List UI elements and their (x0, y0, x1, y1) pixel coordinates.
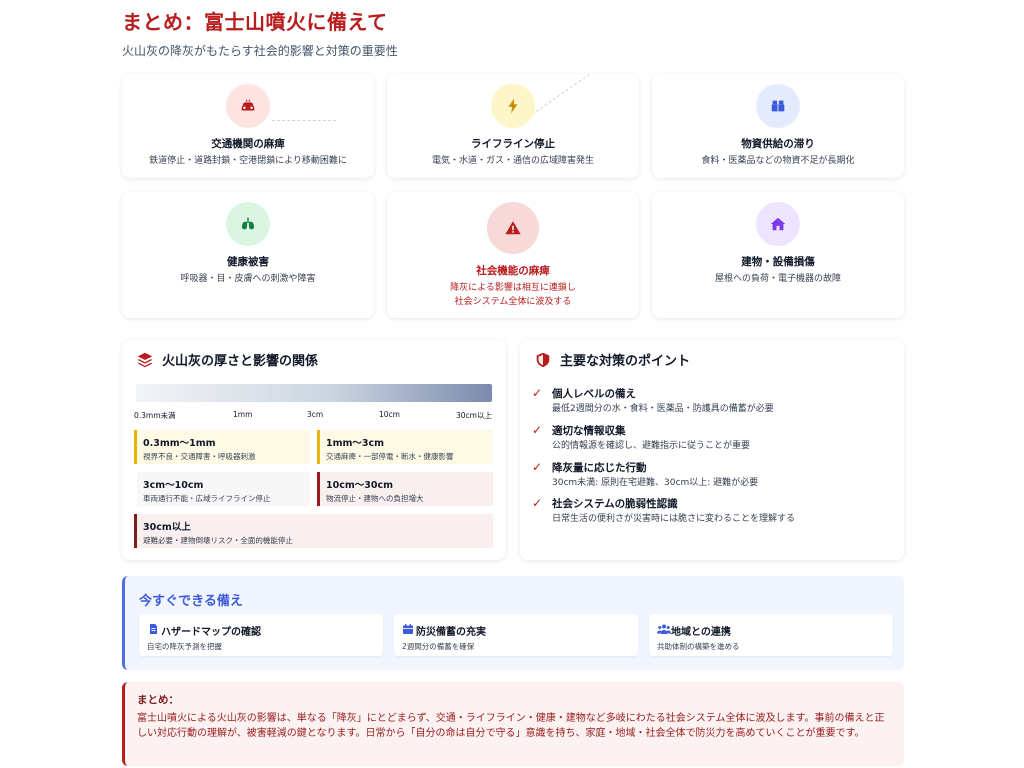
check-icon: ✓ (532, 460, 543, 474)
level-card: 0.3mm〜1mm 視界不良・交通障害・呼吸器刺激 (134, 430, 310, 464)
measure-desc: 日常生活の便利さが災害時には脆さに変わることを理解する (552, 514, 796, 524)
level-range: 10cm〜30cm (326, 480, 394, 491)
lightning-icon (491, 84, 535, 128)
level-range: 30cm以上 (143, 522, 191, 533)
impact-card-traffic: 交通機関の麻痺 鉄道停止・道路封鎖・空港閉鎖により移動困難に (122, 74, 374, 178)
boxes-icon (756, 84, 800, 128)
car-crash-icon (226, 84, 270, 128)
impact-desc: 呼吸器・目・皮膚への刺激や障害 (180, 274, 316, 284)
measure-title: 個人レベルの備え (552, 388, 636, 400)
house-icon (756, 202, 800, 246)
level-card: 10cm〜30cm 物流停止・建物への負担増大 (317, 472, 493, 506)
thickness-panel: 火山灰の厚さと影響の関係 0.3mm未満 1mm 3cm 10cm 30cm以上… (122, 340, 506, 560)
shield-icon (536, 352, 550, 367)
check-icon: ✓ (532, 496, 543, 510)
page-title: まとめ：富士山噴火に備えて (122, 10, 388, 34)
impact-card-building: 建物・設備損傷 屋根への負荷・電子機器の故障 (652, 192, 904, 318)
preparation-title: 今すぐできる備え (139, 594, 243, 609)
prep-card-community: 地域との連携 共助体制の構築を進める (649, 614, 893, 656)
scale-tick: 1mm (233, 410, 253, 419)
level-desc: 視界不良・交通障害・呼吸器刺激 (143, 452, 256, 461)
prep-label: 防災備蓄の充実 (416, 627, 486, 638)
check-icon: ✓ (532, 386, 543, 400)
prep-card-hazard-map: ハザードマップの確認 自宅の降灰予測を把握 (139, 614, 383, 656)
prep-desc: 2週間分の備蓄を確保 (402, 642, 475, 651)
impact-title: 社会機能の麻痺 (476, 265, 550, 277)
warning-icon (487, 202, 539, 254)
level-range: 3cm〜10cm (143, 480, 204, 491)
impact-desc: 屋根への負荷・電子機器の故障 (714, 274, 841, 284)
level-range: 1mm〜3cm (326, 438, 385, 449)
check-icon: ✓ (532, 423, 543, 437)
thickness-title: 火山灰の厚さと影響の関係 (162, 354, 319, 369)
calendar-icon (403, 624, 413, 634)
level-card: 30cm以上 避難必要・建物倒壊リスク・全面的機能停止 (134, 514, 493, 548)
impact-title: 建物・設備損傷 (741, 256, 815, 268)
prep-label: ハザードマップの確認 (161, 627, 261, 638)
impact-card-lifeline: ライフライン停止 電気・水道・ガス・通信の広域障害発生 (387, 73, 639, 178)
measure-title: 適切な情報収集 (552, 425, 626, 437)
measure-desc: 最低2週間分の水・食料・医薬品・防護具の備蓄が必要 (552, 404, 774, 414)
prep-label: 地域との連携 (671, 627, 731, 638)
scale-tick: 3cm (307, 410, 324, 419)
measure-desc: 公的情報源を確認し、避難指示に従うことが重要 (552, 441, 751, 451)
scale-tick: 10cm (379, 410, 400, 419)
level-range: 0.3mm〜1mm (143, 438, 216, 449)
scale-tick: 30cm以上 (456, 411, 492, 420)
measure-desc: 30cm未満: 原則在宅避難、30cm以上: 避難が必要 (552, 478, 759, 488)
impact-title: 交通機関の麻痺 (211, 138, 285, 150)
layers-icon (137, 352, 153, 367)
impact-desc: 鉄道停止・道路封鎖・空港閉鎖により移動困難に (149, 156, 347, 166)
level-desc: 車両通行不能・広域ライフライン停止 (143, 494, 271, 503)
summary-heading: まとめ： (137, 694, 179, 706)
summary-body: 富士山噴火による火山灰の影響は、単なる「降灰」にとどまらず、交通・ライフライン・… (137, 713, 885, 739)
measures-panel: 主要な対策のポイント ✓ 個人レベルの備え 最低2週間分の水・食料・医薬品・防護… (520, 340, 904, 560)
level-desc: 避難必要・建物倒壊リスク・全面的機能停止 (143, 536, 293, 545)
measure-title: 社会システムの脆弱性認識 (552, 498, 678, 510)
people-icon (657, 624, 671, 634)
impact-card-health: 健康被害 呼吸器・目・皮膚への刺激や障害 (122, 192, 374, 318)
thickness-gradient-bar (136, 384, 492, 402)
preparation-section: 今すぐできる備え ハザードマップの確認 自宅の降灰予測を把握 防災備蓄の充実 2… (122, 576, 904, 670)
level-card: 1mm〜3cm 交通麻痺・一部停電・断水・健康影響 (317, 430, 493, 464)
document-icon (150, 624, 157, 634)
page-subtitle: 火山灰の降灰がもたらす社会的影響と対策の重要性 (122, 44, 398, 58)
impact-title: 健康被害 (227, 256, 269, 268)
summary-box: まとめ： 富士山噴火による火山灰の影響は、単なる「降灰」にとどまらず、交通・ライ… (122, 682, 904, 766)
measure-title: 降灰量に応じた行動 (552, 462, 647, 474)
impact-card-social: 社会機能の麻痺 降灰による影響は相互に連鎖し 社会システム全体に波及する (387, 192, 639, 318)
impact-title: 物資供給の滞り (741, 138, 815, 150)
impact-desc: 電気・水道・ガス・通信の広域障害発生 (431, 156, 594, 166)
impact-title: ライフライン停止 (471, 138, 555, 150)
measures-title: 主要な対策のポイント (560, 354, 691, 369)
impact-desc-line1: 降灰による影響は相互に連鎖し (450, 283, 576, 293)
prep-card-stockpile: 防災備蓄の充実 2週間分の備蓄を確保 (394, 614, 638, 656)
impact-desc-line2: 社会システム全体に波及する (454, 297, 572, 307)
level-desc: 交通麻痺・一部停電・断水・健康影響 (326, 452, 454, 461)
level-desc: 物流停止・建物への負担増大 (326, 494, 424, 503)
prep-desc: 共助体制の構築を進める (657, 642, 740, 651)
lungs-icon (226, 202, 270, 246)
impact-card-supply: 物資供給の滞り 食料・医薬品などの物資不足が長期化 (652, 74, 904, 178)
prep-desc: 自宅の降灰予測を把握 (147, 642, 222, 651)
level-card: 3cm〜10cm 車両通行不能・広域ライフライン停止 (134, 472, 310, 506)
impact-desc: 食料・医薬品などの物資不足が長期化 (701, 156, 855, 166)
scale-tick: 0.3mm未満 (134, 411, 176, 420)
